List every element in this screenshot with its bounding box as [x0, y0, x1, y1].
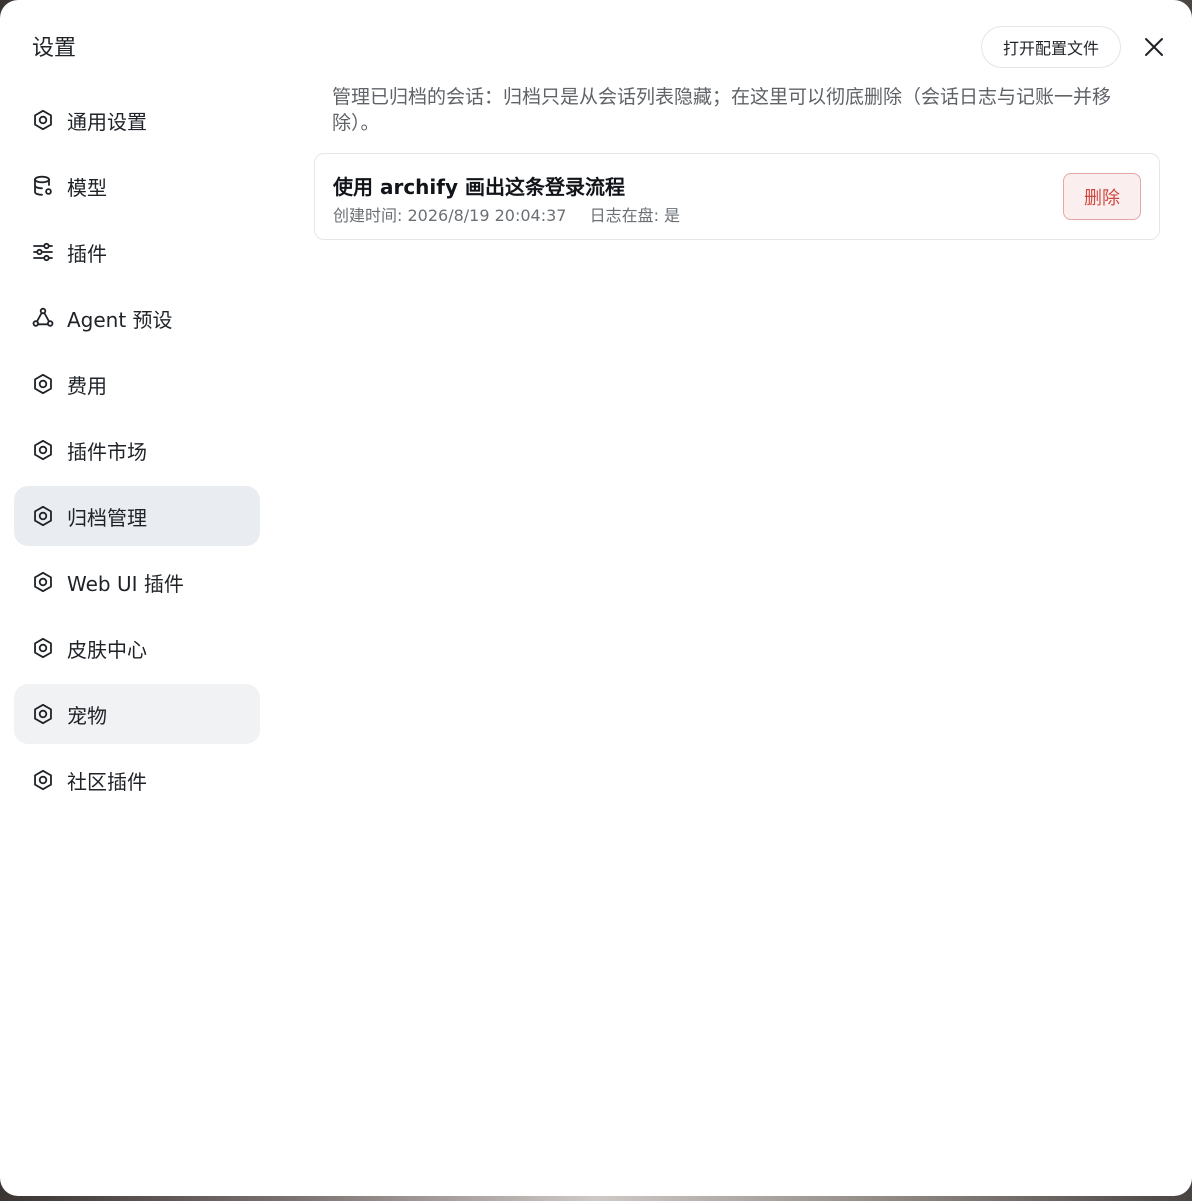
sliders-icon	[31, 240, 55, 264]
sidebar-item-label: 插件	[67, 241, 107, 266]
close-button[interactable]	[1138, 31, 1170, 63]
gear-icon	[31, 636, 55, 660]
sidebar-item-label: 皮肤中心	[67, 637, 147, 662]
sidebar-item-models[interactable]: 模型	[14, 156, 260, 216]
settings-dialog: 设置 打开配置文件 通用设置 模型 插件 Agent 预设 费用 插件市场 归档…	[0, 0, 1192, 1196]
sidebar-item-label: 社区插件	[67, 769, 147, 794]
gear-icon	[31, 702, 55, 726]
archived-session-card: 使用 archify 画出这条登录流程 创建时间: 2026/8/19 20:0…	[314, 153, 1160, 240]
sidebar-item-label: 插件市场	[67, 439, 147, 464]
dialog-title: 设置	[32, 36, 77, 61]
sidebar-item-community-plugins[interactable]: 社区插件	[14, 750, 260, 810]
sidebar-item-label: Web UI 插件	[67, 571, 184, 596]
sidebar-item-skins[interactable]: 皮肤中心	[14, 618, 260, 678]
session-log-on-disk: 日志在盘: 是	[589, 206, 681, 225]
gear-icon	[31, 570, 55, 594]
sidebar-item-plugins[interactable]: 插件	[14, 222, 260, 282]
sidebar-item-label: 费用	[67, 373, 107, 398]
archive-panel: 管理已归档的会话：归档只是从会话列表隐藏；在这里可以彻底删除（会话日志与记账一并…	[314, 84, 1160, 240]
session-meta: 创建时间: 2026/8/19 20:04:37 日志在盘: 是	[333, 202, 680, 226]
sidebar-item-label: 模型	[67, 175, 107, 200]
delete-session-button[interactable]: 删除	[1063, 173, 1141, 220]
gear-icon	[31, 438, 55, 462]
gear-icon	[31, 504, 55, 528]
gear-icon	[31, 108, 55, 132]
session-title: 使用 archify 画出这条登录流程	[333, 175, 625, 199]
agent-network-icon	[31, 306, 55, 330]
sidebar-item-archive[interactable]: 归档管理	[14, 486, 260, 546]
sidebar-item-web-ui-plugins[interactable]: Web UI 插件	[14, 552, 260, 612]
settings-sidebar: 通用设置 模型 插件 Agent 预设 费用 插件市场 归档管理 Web UI …	[14, 90, 260, 816]
gear-icon	[31, 768, 55, 792]
sidebar-item-label: 归档管理	[67, 505, 147, 530]
archive-description: 管理已归档的会话：归档只是从会话列表隐藏；在这里可以彻底删除（会话日志与记账一并…	[332, 86, 1112, 134]
sidebar-item-label: 宠物	[67, 703, 107, 728]
database-icon	[31, 174, 55, 198]
gear-icon	[31, 372, 55, 396]
close-icon	[1145, 38, 1163, 56]
sidebar-item-agent-presets[interactable]: Agent 预设	[14, 288, 260, 348]
session-created-time: 创建时间: 2026/8/19 20:04:37	[333, 206, 567, 225]
sidebar-item-pets[interactable]: 宠物	[14, 684, 260, 744]
sidebar-item-costs[interactable]: 费用	[14, 354, 260, 414]
open-config-button[interactable]: 打开配置文件	[981, 26, 1121, 68]
sidebar-item-label: 通用设置	[67, 109, 147, 134]
sidebar-item-label: Agent 预设	[67, 307, 173, 332]
sidebar-item-general[interactable]: 通用设置	[14, 90, 260, 150]
sidebar-item-plugin-market[interactable]: 插件市场	[14, 420, 260, 480]
